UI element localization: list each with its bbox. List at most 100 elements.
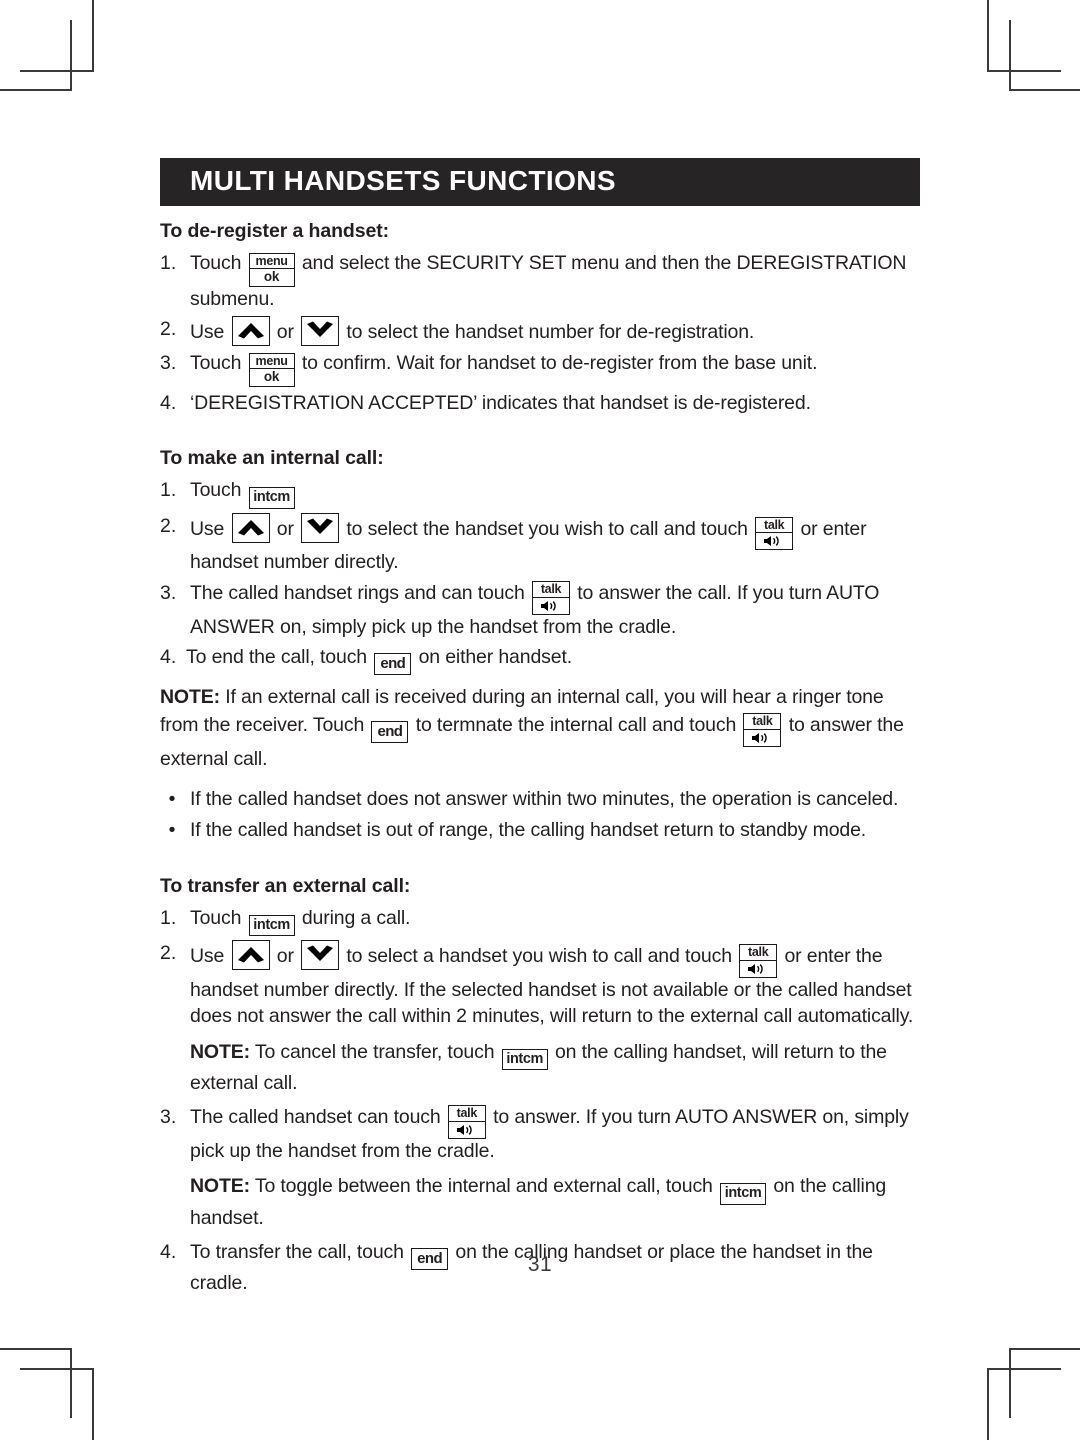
note-text: To toggle between the internal and exter… [254,1175,713,1198]
list-item: 3. The called handset rings and can touc… [160,580,920,640]
note-label: NOTE: [190,1040,250,1063]
talk-key-icon[interactable]: talk [755,516,794,551]
note-label: NOTE: [190,1175,250,1198]
list-item: • If the called handset is out of range,… [160,817,920,844]
step-text: Touch [190,352,242,375]
chevron-down-key-icon[interactable] [301,940,340,970]
step-text: and select the SECURITY SET menu and the… [190,252,907,310]
list-marker: 3. [160,581,177,604]
step-text: The called handset rings and can touch [190,581,525,604]
list-item-text: To end the call, touch end on either han… [186,644,920,676]
list-item: 3. The called handset can touch talk to … [160,1104,920,1164]
talk-key-label: talk [740,945,777,961]
list-item: 2. Use or to select the handset number f… [160,316,920,347]
ok-key-label: ok [263,269,280,284]
step-text: to select the handset number for de-regi… [346,321,755,344]
list-item-text: If the called handset does not answer wi… [190,788,899,811]
menu-ok-key-icon[interactable]: menu ok [248,252,295,287]
step-text: Use [190,517,225,540]
step-text: to select the handset you wish to call a… [346,517,748,540]
list-item: 4. To end the call, touch end on either … [160,644,920,676]
list-item: • If the called handset does not answer … [160,786,920,813]
chevron-up-key-icon[interactable] [231,940,270,970]
note-external-call-during-internal: NOTE: If an external call is received du… [160,684,920,773]
note-cancel-transfer: NOTE: To cancel the transfer, touch intc… [190,1039,920,1098]
note-text: To cancel the transfer, touch [254,1040,495,1063]
list-item-text: Touch intcm during a call. [190,905,920,936]
list-marker: 3. [160,352,177,375]
page-content: MULTI HANDSETS FUNCTIONS To de-register … [160,158,920,1300]
section-title-banner: MULTI HANDSETS FUNCTIONS [160,158,920,206]
end-key-icon[interactable]: end [374,653,412,676]
ok-key-label: ok [263,369,280,385]
step-text: Use [190,945,225,967]
list-item-text: Touch menu ok and select the SECURITY SE… [190,250,920,312]
list-item-text: Touch menu ok to confirm. Wait for hands… [190,350,920,387]
list-item: 2. Use or to select the handset you wish… [160,512,920,576]
intercom-key-icon[interactable]: intcm [720,1183,767,1205]
step-text: or [276,945,294,967]
bullet-marker: • [168,788,176,811]
note-label: NOTE: [160,686,220,709]
chevron-up-key-icon[interactable] [231,512,270,543]
note-toggle-calls: NOTE: To toggle between the internal and… [190,1173,920,1232]
list-item-text: If the called handset is out of range, t… [190,818,867,841]
list-item: 4. ‘DEREGISTRATION ACCEPTED’ indicates t… [160,390,920,417]
menu-ok-key-icon[interactable]: menu ok [248,352,295,387]
step-text: to select a handset you wish to call and… [346,945,732,967]
menu-key-label: menu [249,354,294,370]
list-item-text: ‘DEREGISTRATION ACCEPTED’ indicates that… [190,391,811,414]
chevron-down-key-icon[interactable] [301,512,340,543]
step-text: or [276,517,294,540]
list-item-text: Touch intcm [190,477,920,509]
list-item: 1. Touch intcm during a call. [160,905,920,936]
list-marker: 2. [160,318,177,341]
list-item-text: Use or to select the handset you wish to… [190,512,920,576]
speaker-icon [756,533,792,549]
list-item-text: Use or to select a handset you wish to c… [190,940,920,1030]
list-item-text: The called handset can touch talk to ans… [190,1104,920,1164]
talk-key-label: talk [744,714,781,730]
chevron-up-key-icon[interactable] [231,316,270,347]
list-item-text: The called handset rings and can touch t… [190,580,920,640]
step-text: Touch [190,906,242,929]
list-marker: 4. [160,391,177,414]
step-text: to confirm. Wait for handset to de-regis… [301,352,818,375]
step-text: Touch [190,479,242,502]
talk-key-icon[interactable]: talk [743,713,782,747]
step-text: or [276,321,294,344]
list-marker: 1. [160,906,177,929]
step-text: The called handset can touch [190,1106,441,1129]
list-item: 1. Touch intcm [160,477,920,509]
heading-transfer-external-call: To transfer an external call: [160,874,411,897]
step-text: To end the call, touch [186,646,367,669]
step-text: on either handset. [418,646,573,669]
list-item: 2. Use or to select a handset you wish t… [160,940,920,1030]
intercom-key-icon[interactable]: intcm [248,914,295,936]
talk-key-icon[interactable]: talk [531,581,570,615]
intercom-key-icon[interactable]: intcm [501,1048,548,1071]
talk-key-icon[interactable]: talk [739,944,778,978]
list-marker: 4. [160,646,177,669]
speaker-icon [533,598,569,614]
list-marker: 1. [160,479,177,502]
list-marker: 1. [160,252,177,274]
talk-key-icon[interactable]: talk [447,1105,486,1139]
heading-make-internal-call: To make an internal call: [160,447,384,470]
speaker-icon [740,961,776,977]
step-text: Touch [190,252,242,274]
step-text: Use [190,321,225,344]
list-marker: 2. [160,942,177,964]
chevron-down-key-icon[interactable] [301,316,340,347]
talk-key-label: talk [448,1106,485,1122]
talk-key-label: talk [756,518,793,534]
list-item-text: Use or to select the handset number for … [190,316,920,347]
menu-key-label: menu [249,254,294,269]
bullet-marker: • [168,818,176,841]
intercom-key-icon[interactable]: intcm [248,487,295,509]
talk-key-label: talk [532,582,569,598]
end-key-icon[interactable]: end [371,720,409,743]
list-marker: 2. [160,514,177,537]
note-text: to termnate the internal call and touch [415,713,737,736]
list-marker: 3. [160,1106,177,1129]
